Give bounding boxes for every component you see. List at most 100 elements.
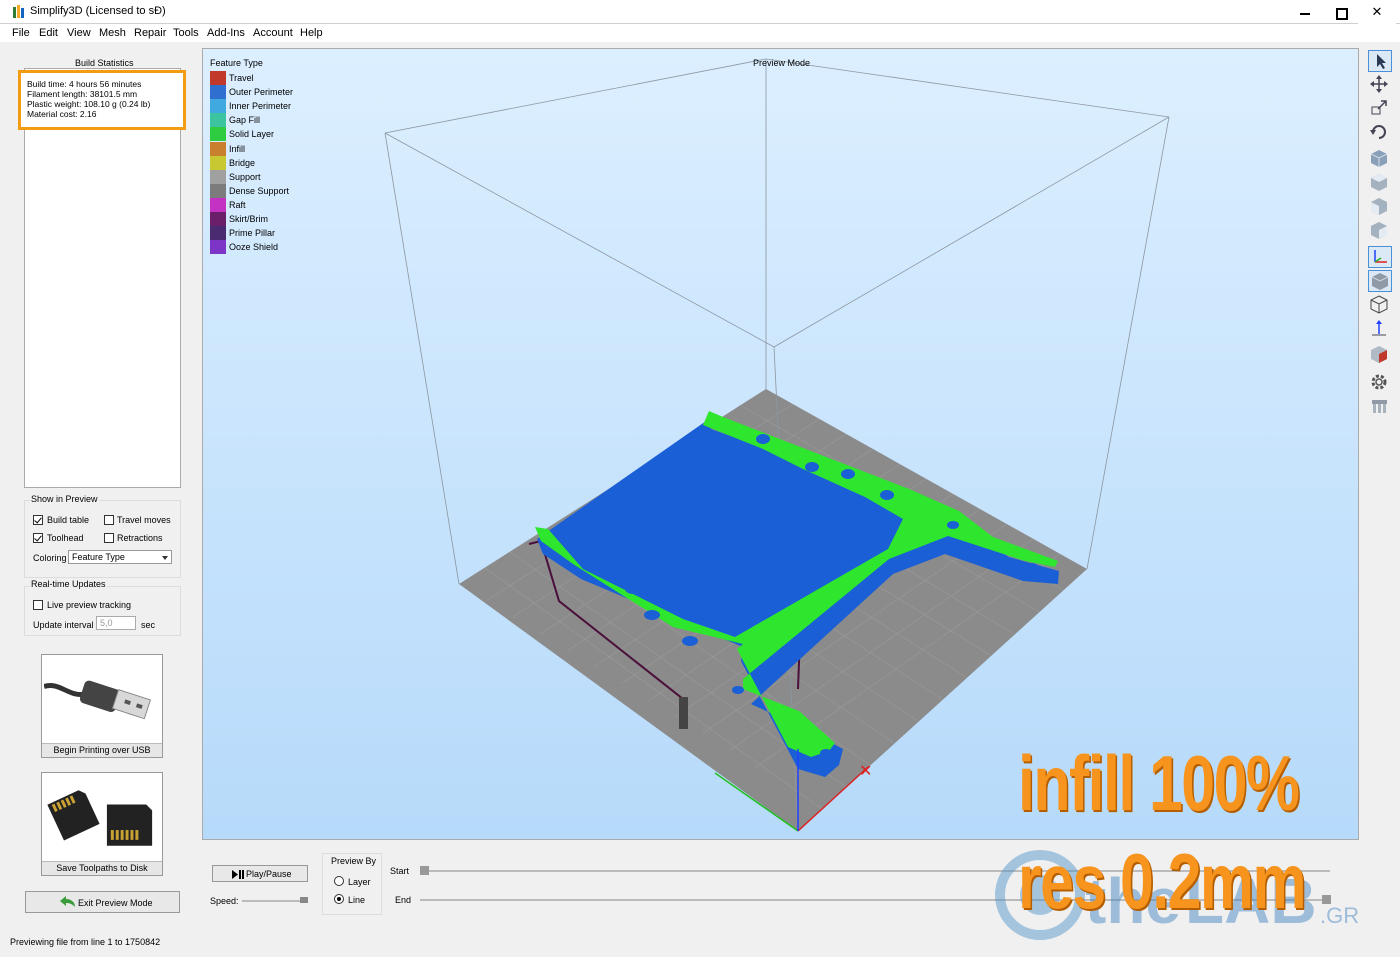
save-toolpaths-label: Save Toolpaths to Disk <box>42 861 162 875</box>
start-slider-handle[interactable] <box>420 866 429 875</box>
menu-view[interactable]: View <box>67 27 91 39</box>
rotate-tool-button[interactable] <box>1368 122 1392 144</box>
preview-by-line-label: Line <box>348 895 366 905</box>
build-table-label: Build table <box>47 515 90 525</box>
cube-iso-icon <box>1370 150 1388 167</box>
normals-view-button[interactable] <box>1368 318 1392 340</box>
menu-help[interactable]: Help <box>300 27 323 39</box>
build-statistics-title: Build Statistics <box>75 58 134 68</box>
begin-printing-usb-button[interactable]: Begin Printing over USB <box>41 654 163 758</box>
close-button[interactable]: ✕ <box>1358 0 1396 24</box>
legend-swatch <box>210 212 226 226</box>
x-axis-cross-icon: ✕ <box>859 763 872 780</box>
cube-side-icon <box>1371 222 1387 239</box>
legend-label: Travel <box>229 73 254 83</box>
menu-repair[interactable]: Repair <box>134 27 166 39</box>
title-bar: Simplify3D (Licensed to sĐ) ✕ <box>0 0 1400 24</box>
view-toolbar <box>1366 48 1394 428</box>
sd-card-icon <box>44 775 160 860</box>
preview-by-layer-label: Layer <box>348 877 371 887</box>
preview-by-line-radio[interactable] <box>334 894 344 904</box>
exit-preview-label: Exit Preview Mode <box>78 898 153 908</box>
view-top-button[interactable] <box>1368 172 1392 194</box>
toolhead-marker <box>679 697 688 729</box>
cross-section-icon <box>1371 346 1387 363</box>
legend-swatch <box>210 183 226 198</box>
travel-moves-checkbox[interactable] <box>104 515 114 525</box>
preview-viewport[interactable]: ✕ Preview Mode Feature Type Travel Outer … <box>202 48 1359 840</box>
menu-mesh[interactable]: Mesh <box>99 27 126 39</box>
toolhead-checkbox[interactable] <box>33 533 43 543</box>
play-pause-button[interactable]: Play/Pause <box>212 865 308 882</box>
supports-button[interactable] <box>1368 396 1392 418</box>
menu-file[interactable]: File <box>12 27 30 39</box>
legend-label: Ooze Shield <box>229 242 279 253</box>
cross-section-button[interactable] <box>1368 344 1392 366</box>
cursor-icon <box>1377 54 1386 69</box>
move-tool-button[interactable] <box>1368 74 1392 96</box>
toolhead-label: Toolhead <box>47 533 84 543</box>
wireframe-view-button[interactable] <box>1368 294 1392 316</box>
maximize-button[interactable] <box>1322 0 1360 24</box>
legend-swatch <box>210 226 226 241</box>
show-in-preview-title: Show in Preview <box>30 494 99 504</box>
support-pillars-icon <box>1372 400 1387 413</box>
coloring-value: Feature Type <box>72 552 125 562</box>
settings-button[interactable] <box>1368 372 1392 394</box>
view-iso-button[interactable] <box>1368 148 1392 170</box>
begin-printing-usb-label: Begin Printing over USB <box>42 743 162 757</box>
back-arrow-icon <box>60 896 75 907</box>
legend-label: Raft <box>229 199 246 210</box>
cube-top-icon <box>1371 174 1387 191</box>
simplify3d-logo-icon <box>13 5 24 18</box>
window-title: Simplify3D (Licensed to sĐ) <box>30 5 166 17</box>
menu-account[interactable]: Account <box>253 27 293 39</box>
cube-front-icon <box>1371 198 1387 215</box>
chevron-down-icon <box>162 556 168 560</box>
speed-label: Speed: <box>210 896 239 906</box>
legend-label: Outer Perimeter <box>229 87 294 98</box>
preview-mode-title: Preview Mode <box>753 58 811 68</box>
update-interval-input[interactable]: 5,0 <box>96 616 136 630</box>
show-axes-button[interactable] <box>1368 246 1392 268</box>
legend-label: Gap Fill <box>229 115 261 126</box>
legend-swatch <box>210 127 226 142</box>
speed-slider[interactable] <box>242 900 308 902</box>
save-toolpaths-button[interactable]: Save Toolpaths to Disk <box>41 772 163 876</box>
legend-swatch <box>210 240 226 255</box>
legend-swatch <box>210 113 226 128</box>
status-bar: Previewing file from line 1 to 1750842 <box>0 934 1400 952</box>
solid-view-button[interactable] <box>1368 270 1392 292</box>
live-tracking-label: Live preview tracking <box>47 600 132 610</box>
menu-edit[interactable]: Edit <box>39 27 58 39</box>
minimize-button[interactable] <box>1286 0 1324 24</box>
legend-swatch <box>210 71 226 85</box>
legend-swatch <box>210 141 226 156</box>
build-table-checkbox[interactable] <box>33 515 43 525</box>
filament-length: Filament length: 38101.5 mm <box>27 89 138 99</box>
exit-preview-button[interactable]: Exit Preview Mode <box>25 891 180 913</box>
legend-label: Solid Layer <box>229 129 275 140</box>
select-tool-button[interactable] <box>1368 50 1392 72</box>
menu-tools[interactable]: Tools <box>173 27 199 39</box>
legend-label: Dense Support <box>229 185 290 196</box>
normals-icon <box>1372 320 1386 336</box>
view-side-button[interactable] <box>1368 220 1392 242</box>
retractions-checkbox[interactable] <box>104 533 114 543</box>
start-label: Start <box>390 866 410 876</box>
view-front-button[interactable] <box>1368 196 1392 218</box>
3d-scene[interactable]: ✕ <box>203 49 1359 840</box>
build-statistics-highlight: Build time: 4 hours 56 minutes Filament … <box>18 70 186 130</box>
scale-tool-button[interactable] <box>1368 98 1392 120</box>
legend-label: Inner Perimeter <box>229 101 292 112</box>
coloring-select[interactable]: Feature Type <box>68 550 172 564</box>
menu-add-ins[interactable]: Add-Ins <box>207 27 245 39</box>
preview-by-layer-radio[interactable] <box>334 876 344 886</box>
end-label: End <box>395 895 412 905</box>
live-tracking-checkbox[interactable] <box>33 600 43 610</box>
legend-label: Skirt/Brim <box>229 214 268 224</box>
plastic-weight: Plastic weight: 108.10 g (0.24 lb) <box>27 99 151 109</box>
speed-slider-handle[interactable] <box>300 897 308 903</box>
legend-label: Support <box>229 171 261 182</box>
legend-swatch <box>210 85 226 100</box>
